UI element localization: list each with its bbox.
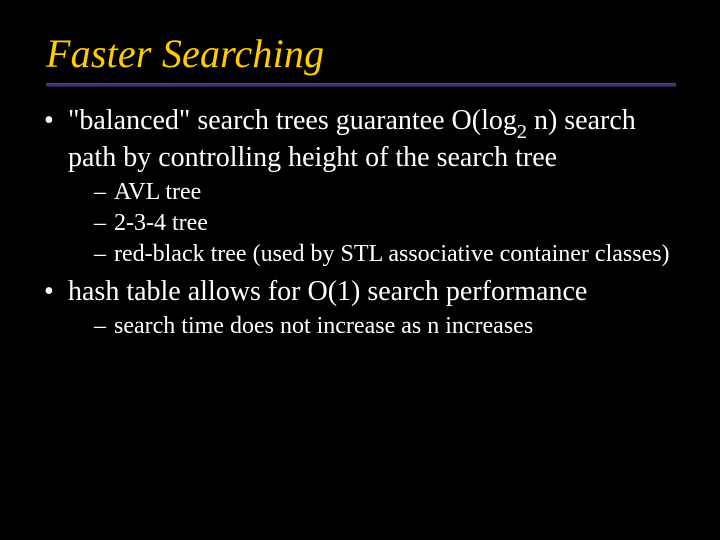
bullet-1-sublist: AVL tree 2-3-4 tree red-black tree (used…	[68, 178, 676, 270]
bullet-1-sub-3: red-black tree (used by STL associative …	[94, 240, 676, 269]
bullet-2: hash table allows for O(1) search perfor…	[44, 276, 676, 341]
bullet-list: "balanced" search trees guarantee O(log2…	[44, 105, 676, 341]
slide: Faster Searching "balanced" search trees…	[0, 0, 720, 540]
bullet-1-sub-1: AVL tree	[94, 178, 676, 207]
slide-title: Faster Searching	[46, 30, 676, 77]
title-underline	[46, 83, 676, 87]
bullet-2-sublist: search time does not increase as n incre…	[68, 312, 676, 341]
bullet-1-subscript: 2	[517, 121, 527, 143]
bullet-2-text: hash table allows for O(1) search perfor…	[68, 276, 587, 307]
bullet-1-sub-2: 2-3-4 tree	[94, 209, 676, 238]
bullet-1-text-pre: "balanced" search trees guarantee O(log	[68, 105, 517, 136]
bullet-1: "balanced" search trees guarantee O(log2…	[44, 105, 676, 270]
bullet-2-sub-1: search time does not increase as n incre…	[94, 312, 676, 341]
